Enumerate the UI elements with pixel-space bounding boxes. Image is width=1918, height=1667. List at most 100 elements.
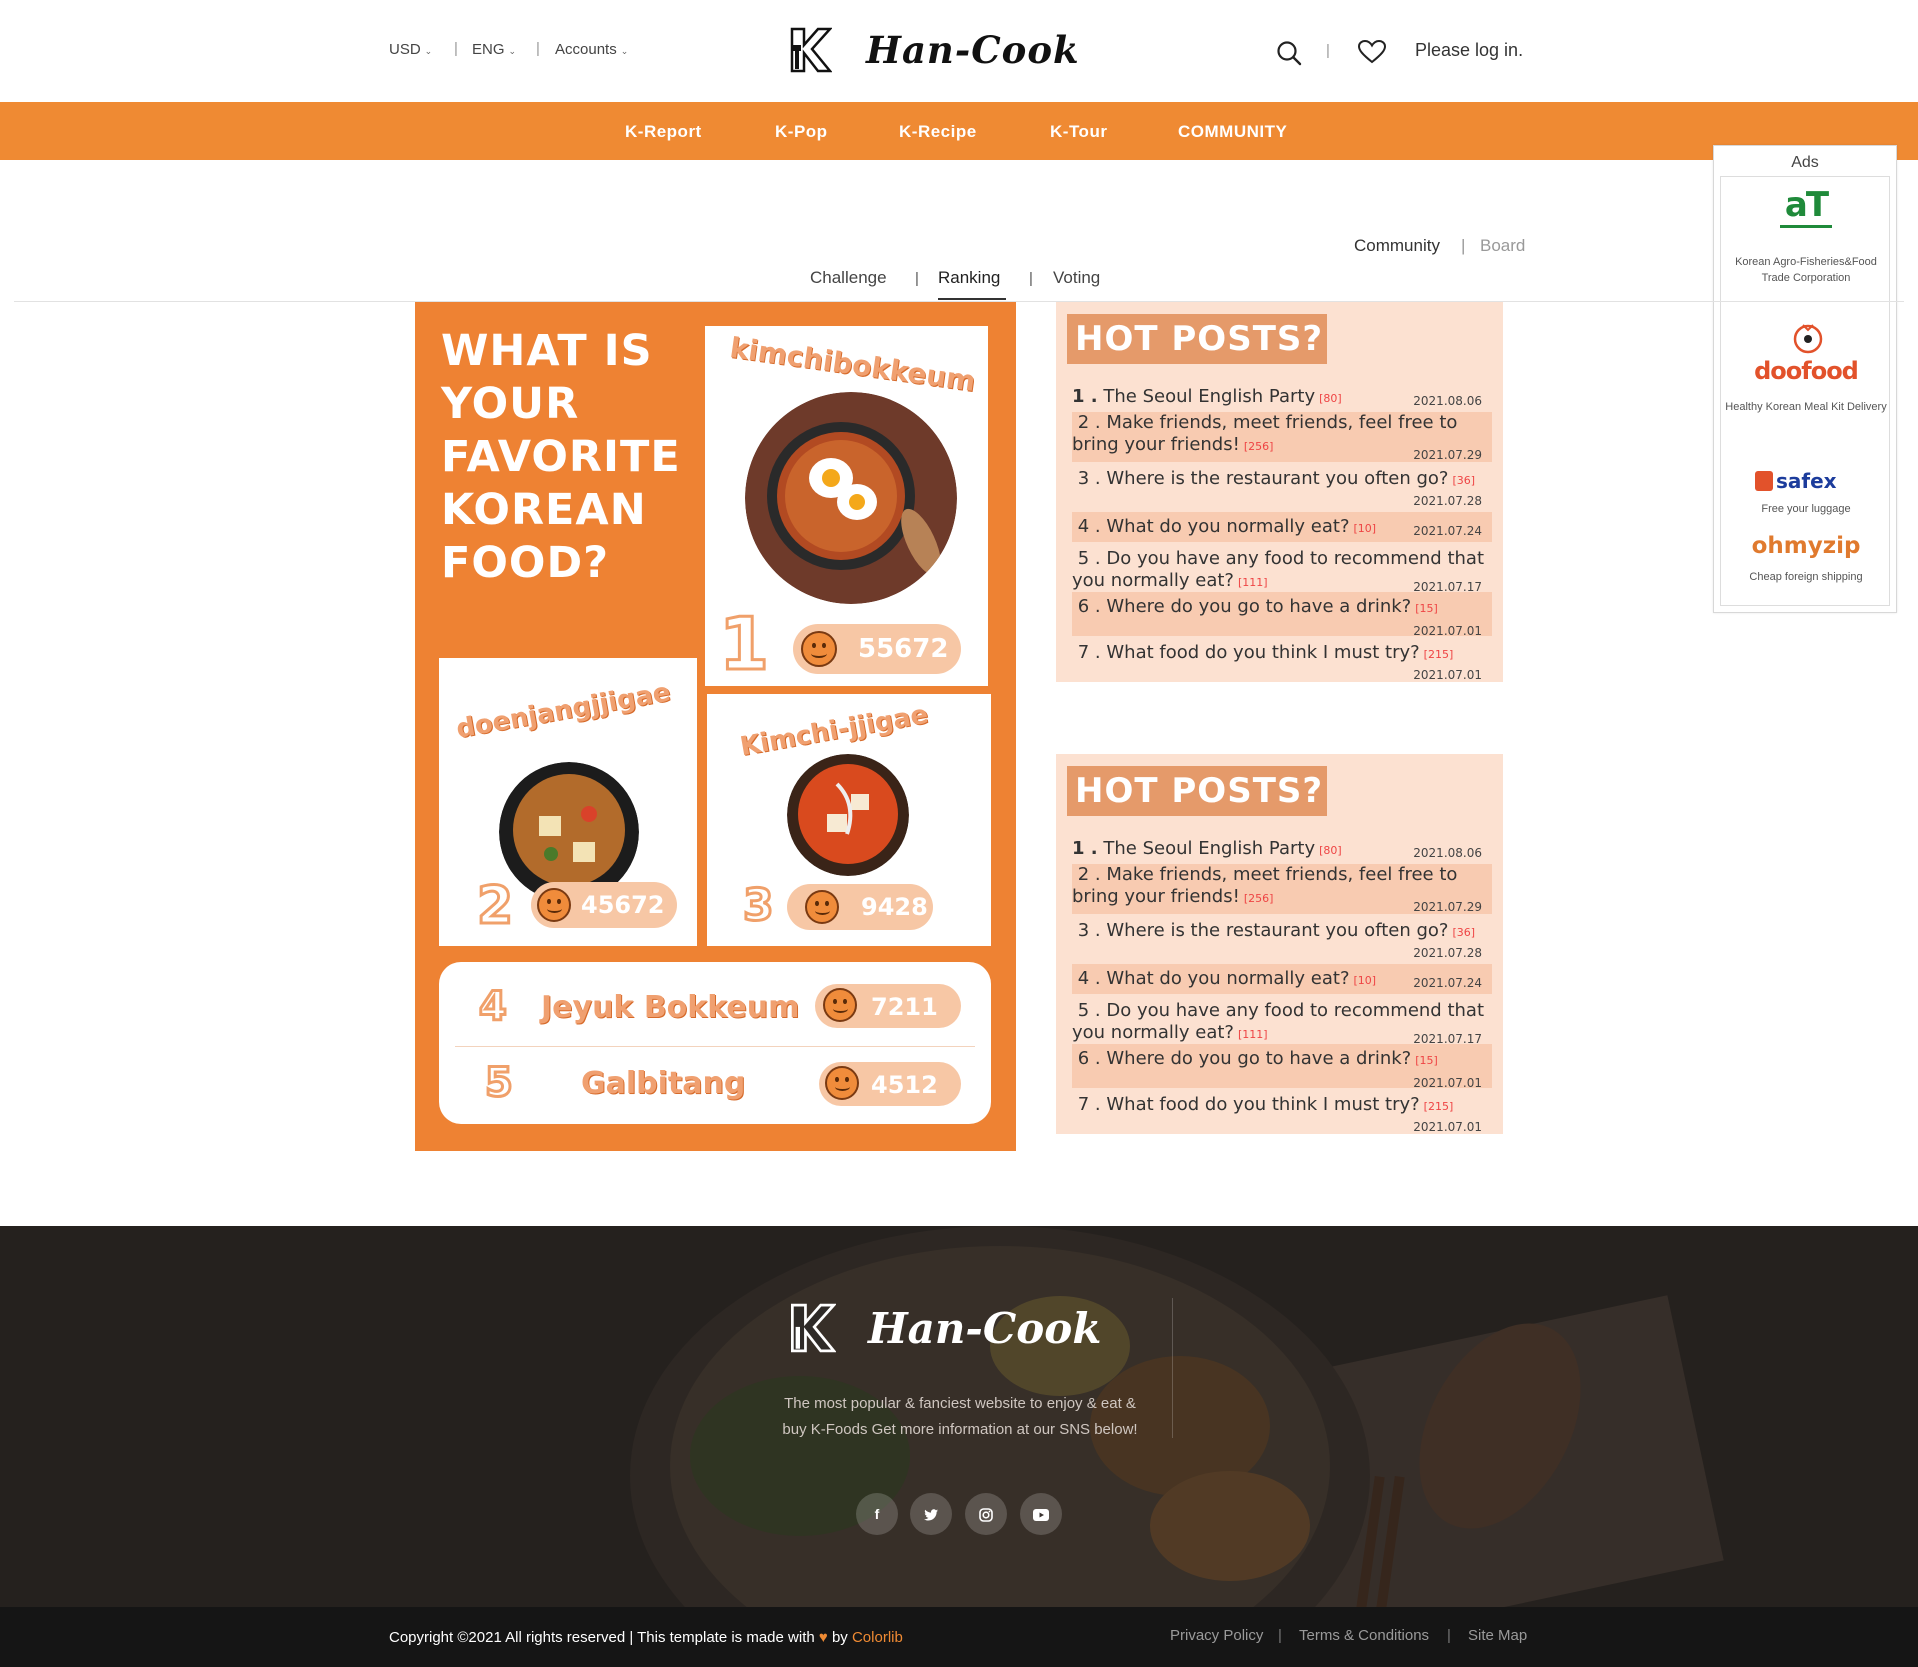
rank-number: 5 [484,1059,515,1108]
hot-post-item[interactable]: 5 . Do you have any food to recommend th… [1072,544,1492,594]
hot-posts-title: HOT POSTS? [1067,314,1327,364]
smiley-icon [825,1066,859,1100]
score-pill: 45672 [531,882,677,928]
search-icon[interactable] [1276,40,1302,66]
ads-panel: Ads aT Korean Agro-Fisheries&Food Trade … [1713,145,1897,613]
tab-divider: | [915,270,919,287]
kimchi-jjigae-image [787,754,909,876]
question-line: YOUR [441,379,580,429]
hot-post-item[interactable]: 7 . What food do you think I must try? [2… [1072,640,1492,682]
nav-k-tour[interactable]: K-Tour [1050,122,1107,142]
hot-post-item[interactable]: 4 . What do you normally eat? [10] 2021.0… [1072,512,1492,542]
footer-description: The most popular & fanciest website to e… [782,1395,1138,1438]
question-line: WHAT IS [441,326,653,376]
score-pill: 4512 [819,1062,961,1106]
doofood-mark-icon [1793,324,1823,354]
rank-number: 4 [478,983,509,1032]
site-logo[interactable]: Han-Cook [788,26,1080,74]
breadcrumb-board[interactable]: Board [1480,236,1525,256]
hot-post-item[interactable]: 7 . What food do you think I must try? [2… [1072,1092,1492,1134]
doenjangjjigae-image [499,762,639,902]
score-pill: 7211 [815,984,961,1028]
site-map-link[interactable]: Site Map [1468,1627,1527,1644]
nav-k-pop[interactable]: K-Pop [775,122,828,142]
nav-community[interactable]: COMMUNITY [1178,122,1287,142]
terms-link[interactable]: Terms & Conditions [1299,1627,1429,1644]
smiley-icon [801,631,837,667]
heart-icon: ♥ [818,1629,828,1646]
vote-score: 55672 [858,634,949,664]
rank-card-4-5: 4 Jeyuk Bokkeum 7211 5 Galbitang 4512 [439,962,991,1124]
footer-link-divider: | [1447,1627,1451,1644]
hot-posts-title: HOT POSTS? [1067,766,1327,816]
footer-brand: Han-Cook [868,1303,1102,1353]
footer-bottom-bar: Copyright ©2021 All rights reserved | Th… [0,1607,1918,1667]
tab-challenge[interactable]: Challenge [810,268,887,288]
kimchibokkeum-image [745,392,957,604]
ad-doofood-logo[interactable]: doofood [1721,357,1891,385]
divider: | [1326,42,1330,59]
language-select[interactable]: ENG ⌄ [472,41,516,58]
ad-at-logo[interactable]: aT [1766,185,1846,228]
active-tab-underline [938,298,1006,300]
tab-ranking[interactable]: Ranking [938,268,1000,288]
nav-k-report[interactable]: K-Report [625,122,702,142]
breadcrumb-community[interactable]: Community [1354,236,1440,256]
hot-posts-panel: HOT POSTS? 1 . The Seoul English Party [8… [1056,302,1503,682]
question-line: FOOD? [441,538,610,588]
hot-post-item[interactable]: 3 . Where is the restaurant you often go… [1072,468,1492,508]
footer-divider [1172,1298,1173,1438]
footer: Han-Cook The most popular & fanciest web… [0,1226,1918,1607]
hot-post-item[interactable]: 1 . The Seoul English Party [80] 2021.08.… [1072,838,1492,860]
food-name: Jeyuk Bokkeum [541,990,800,1025]
divider: | [536,40,540,57]
currency-select[interactable]: USD ⌄ [389,41,432,58]
hot-post-item[interactable]: 6 . Where do you go to have a drink? [15]… [1072,592,1492,638]
privacy-policy-link[interactable]: Privacy Policy [1170,1627,1263,1644]
instagram-icon[interactable] [965,1493,1007,1535]
youtube-icon[interactable] [1020,1493,1062,1535]
divider: | [454,40,458,57]
rank-card-2: doenjangjjigae 2 45672 [439,658,697,946]
smiley-icon [805,890,839,924]
accounts-select[interactable]: Accounts ⌄ [555,41,628,58]
hot-post-item[interactable]: 6 . Where do you go to have a drink? [15]… [1072,1044,1492,1090]
divider [455,1046,975,1047]
safex-mark-icon [1755,471,1773,491]
login-link[interactable]: Please log in. [1415,40,1523,61]
food-name: kimchibokkeum [727,330,978,399]
ad-caption: Cheap foreign shipping [1749,571,1863,583]
top-header: USD ⌄ | ENG ⌄ | Accounts ⌄ Han-Cook | Pleas… [0,0,1918,102]
main-nav: K-Report K-Pop K-Recipe K-Tour COMMUNITY [0,102,1918,160]
hot-post-item[interactable]: 5 . Do you have any food to recommend th… [1072,996,1492,1046]
copyright-text: Copyright ©2021 All rights reserved | Th… [389,1629,903,1646]
at-logo-text: aT [1784,185,1829,225]
tab-divider: | [1029,270,1033,287]
facebook-icon[interactable]: f [856,1493,898,1535]
logo-underline [1780,225,1832,228]
footer-link-divider: | [1278,1627,1282,1644]
hot-post-item[interactable]: 2 . Make friends, meet friends, feel fre… [1072,864,1492,914]
hot-post-item[interactable]: 3 . Where is the restaurant you often go… [1072,920,1492,960]
heart-icon[interactable] [1358,40,1386,64]
hot-post-item[interactable]: 1 . The Seoul English Party [80] 2021.08.… [1072,386,1492,408]
ad-caption: Korean Agro-Fisheries&Food Trade Corpora… [1735,256,1877,284]
hot-post-item[interactable]: 4 . What do you normally eat? [10] 2021.0… [1072,964,1492,994]
score-pill: 55672 [793,624,961,674]
food-name: Kimchi-jjigae [737,699,931,763]
question-line: KOREAN [441,485,647,535]
brand-name: Han-Cook [866,28,1080,72]
tab-voting[interactable]: Voting [1053,268,1100,288]
hot-post-item[interactable]: 2 . Make friends, meet friends, feel fre… [1072,412,1492,462]
ad-ohmyzip-logo[interactable]: ohmyzip [1721,533,1891,559]
ads-list: aT Korean Agro-Fisheries&Food Trade Corp… [1720,176,1890,606]
rank-card-1: kimchibokkeum 1 55672 [705,326,988,688]
smiley-icon [823,988,857,1022]
colorlib-link[interactable]: Colorlib [852,1629,903,1646]
ad-caption: Free your luggage [1761,503,1851,515]
smiley-icon [537,888,571,922]
footer-logo[interactable]: Han-Cook [788,1302,1101,1354]
nav-k-recipe[interactable]: K-Recipe [899,122,977,142]
twitter-icon[interactable] [910,1493,952,1535]
ad-safex-logo[interactable]: safex [1755,469,1865,493]
